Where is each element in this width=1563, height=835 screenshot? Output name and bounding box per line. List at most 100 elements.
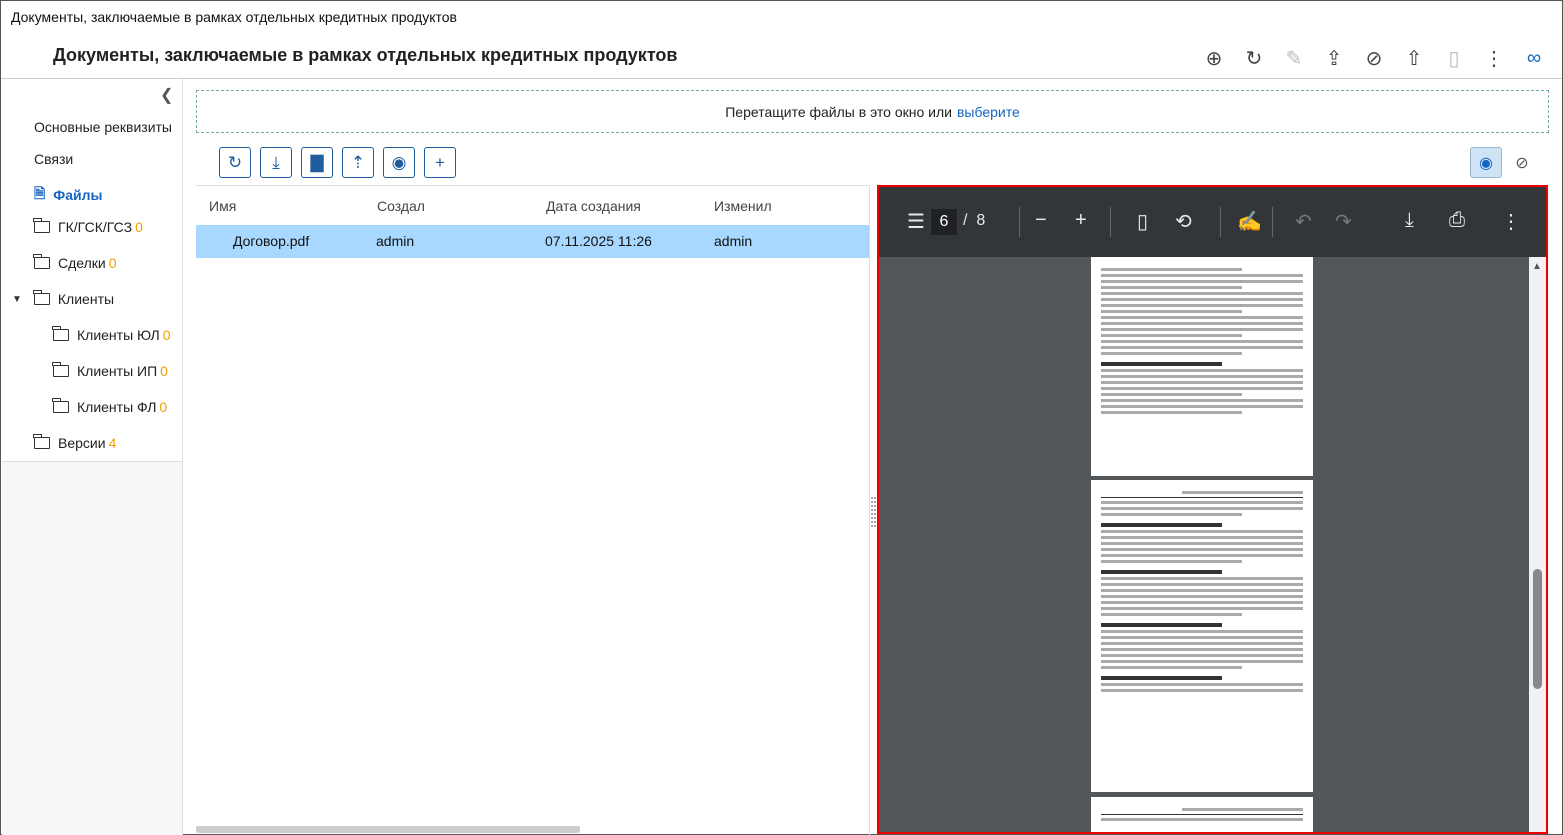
rotate-icon[interactable]: ⟲ [1175, 209, 1192, 234]
folder-icon [52, 326, 69, 341]
page-number-input[interactable]: 6 [931, 209, 957, 235]
page-separator: / [963, 212, 968, 229]
eye-icon: ◉ [1479, 154, 1493, 172]
open-external-icon[interactable]: ⇪ [1314, 43, 1354, 73]
header-divider [1, 78, 1562, 79]
edit-document-icon[interactable]: ✎ [1274, 43, 1314, 73]
folder-icon [52, 362, 69, 377]
no-document-icon[interactable]: ⊘ [1354, 43, 1394, 73]
chevron-left-icon[interactable]: ❮ [160, 85, 173, 105]
page-count: / 8 [963, 212, 985, 230]
refresh-icon[interactable]: ↻ [1234, 43, 1274, 73]
file-view-icon: ◉ [391, 152, 407, 172]
cell-created-by: admin [376, 233, 415, 249]
sidebar-item-links[interactable]: Связи [34, 151, 73, 167]
sidebar-item-label: Клиенты ИП [77, 363, 158, 379]
sidebar-item-clients-ul[interactable]: Клиенты ЮЛ 0 [52, 326, 171, 343]
redo-icon[interactable]: ↷ [1335, 209, 1352, 234]
sidebar-item-files[interactable]: 🗎 Файлы [34, 183, 102, 207]
pdf-toolbar: ☰ 6 / 8 − + ▯ ⟲ ✍ ↶ ↷ ⤓ ⎙ ⋮ [879, 187, 1546, 257]
zoom-out-icon[interactable]: − [1035, 209, 1047, 232]
file-dropzone[interactable]: Перетащите файлы в это окно или выберите [196, 90, 1549, 133]
item-count: 0 [160, 363, 168, 379]
sidebar-item-deals[interactable]: Сделки 0 [33, 254, 117, 271]
sidebar-item-versions[interactable]: Версии 4 [33, 434, 117, 451]
link-icon[interactable]: ∞ [1514, 43, 1554, 73]
cell-name: Договор.pdf [233, 233, 310, 249]
sidebar-item-clients[interactable]: ▼ Клиенты [12, 290, 115, 307]
table-row[interactable]: Договор.pdf admin 07.11.2025 11:26 admin [196, 225, 869, 258]
sidebar-item-label: Основные реквизиты [34, 119, 172, 135]
sidebar-item-label: Клиенты [57, 291, 115, 307]
folder-icon [33, 218, 50, 233]
resize-handle[interactable] [871, 497, 876, 527]
add-file-button[interactable]: + [424, 147, 456, 178]
column-header-name[interactable]: Имя [209, 198, 236, 214]
file-upload-icon: ⇡ [350, 152, 366, 172]
fit-page-icon[interactable]: ▯ [1137, 209, 1148, 234]
show-preview-button[interactable]: ◉ [1470, 147, 1502, 178]
column-header-modified-by[interactable]: Изменил [714, 198, 772, 214]
toolbar-separator [1019, 207, 1020, 237]
versions-icon [33, 434, 50, 449]
menu-icon[interactable]: ☰ [907, 209, 925, 234]
window-title: Документы, заключаемые в рамках отдельны… [11, 9, 457, 25]
vertical-scrollbar[interactable]: ▲ [1529, 257, 1546, 832]
item-count: 0 [162, 327, 171, 343]
column-header-created-by[interactable]: Создал [377, 198, 425, 214]
folder-upload-icon[interactable]: ⇧ [1394, 43, 1434, 73]
refresh-icon: ↻ [227, 152, 243, 172]
sidebar-item-label: Версии [58, 435, 106, 451]
delete-icon[interactable]: ▯ [1434, 43, 1474, 73]
scroll-up-icon[interactable]: ▲ [1532, 261, 1542, 272]
file-add-icon: + [435, 152, 445, 172]
pdf-viewer: ☰ 6 / 8 − + ▯ ⟲ ✍ ↶ ↷ ⤓ ⎙ ⋮ ▲ [877, 185, 1548, 834]
more-icon[interactable]: ⋮ [1474, 43, 1514, 73]
choose-files-link[interactable]: выберите [957, 104, 1020, 120]
cell-modified-by: admin [714, 233, 753, 249]
upload-file-button[interactable]: ⇡ [342, 147, 374, 178]
toolbar-separator [1110, 207, 1111, 237]
download-button[interactable]: ⤓ [260, 147, 292, 178]
pdf-canvas[interactable] [879, 257, 1529, 832]
page-title: Документы, заключаемые в рамках отдельны… [53, 45, 678, 65]
item-count: 4 [108, 435, 117, 451]
sidebar-item-main[interactable]: Основные реквизиты [34, 119, 172, 135]
folder-icon [33, 254, 50, 269]
pane-divider [869, 185, 870, 835]
total-pages: 8 [976, 212, 986, 229]
pdf-page [1091, 480, 1313, 792]
sidebar-item-label: Файлы [53, 187, 103, 203]
horizontal-scrollbar[interactable] [196, 826, 580, 833]
sidebar-item-label: Связи [34, 151, 74, 167]
sidebar-item-clients-ip[interactable]: Клиенты ИП 0 [52, 362, 168, 379]
caret-down-icon[interactable]: ▼ [12, 294, 22, 305]
document-icon: 🗎 [34, 185, 46, 201]
download-icon[interactable]: ⤓ [1405, 209, 1414, 232]
download-icon: ⤓ [272, 152, 280, 172]
more-icon[interactable]: ⋮ [1501, 209, 1521, 234]
item-count: 0 [135, 219, 143, 235]
undo-icon[interactable]: ↶ [1295, 209, 1312, 234]
scrollbar-thumb[interactable] [1533, 569, 1542, 689]
zoom-in-icon[interactable]: + [1075, 209, 1087, 232]
refresh-button[interactable]: ↻ [219, 147, 251, 178]
add-circle-icon[interactable]: ⊕ [1194, 43, 1234, 73]
files-toolbar: ↻ ⤓ ▇ ⇡ ◉ + [219, 147, 456, 178]
delete-button[interactable]: ▇ [301, 147, 333, 178]
toolbar-separator [1272, 207, 1273, 237]
folder-icon [33, 290, 50, 305]
print-icon[interactable]: ⎙ [1449, 209, 1465, 232]
pdf-page [1091, 797, 1313, 832]
annotate-icon[interactable]: ✍ [1237, 209, 1262, 234]
sidebar-item-clients-fl[interactable]: Клиенты ФЛ 0 [52, 398, 168, 415]
app-window: Документы, заключаемые в рамках отдельны… [0, 0, 1563, 835]
sidebar-item-label: ГК/ГСК/ГСЗ [58, 219, 133, 235]
item-count: 0 [159, 399, 168, 415]
eye-off-icon: ⊘ [1515, 154, 1529, 172]
hide-preview-button[interactable]: ⊘ [1506, 147, 1538, 178]
sidebar-item-groups[interactable]: ГК/ГСК/ГСЗ 0 [33, 218, 143, 235]
column-header-created-at[interactable]: Дата создания [546, 198, 641, 214]
dropzone-text: Перетащите файлы в это окно или [725, 103, 952, 120]
preview-file-button[interactable]: ◉ [383, 147, 415, 178]
